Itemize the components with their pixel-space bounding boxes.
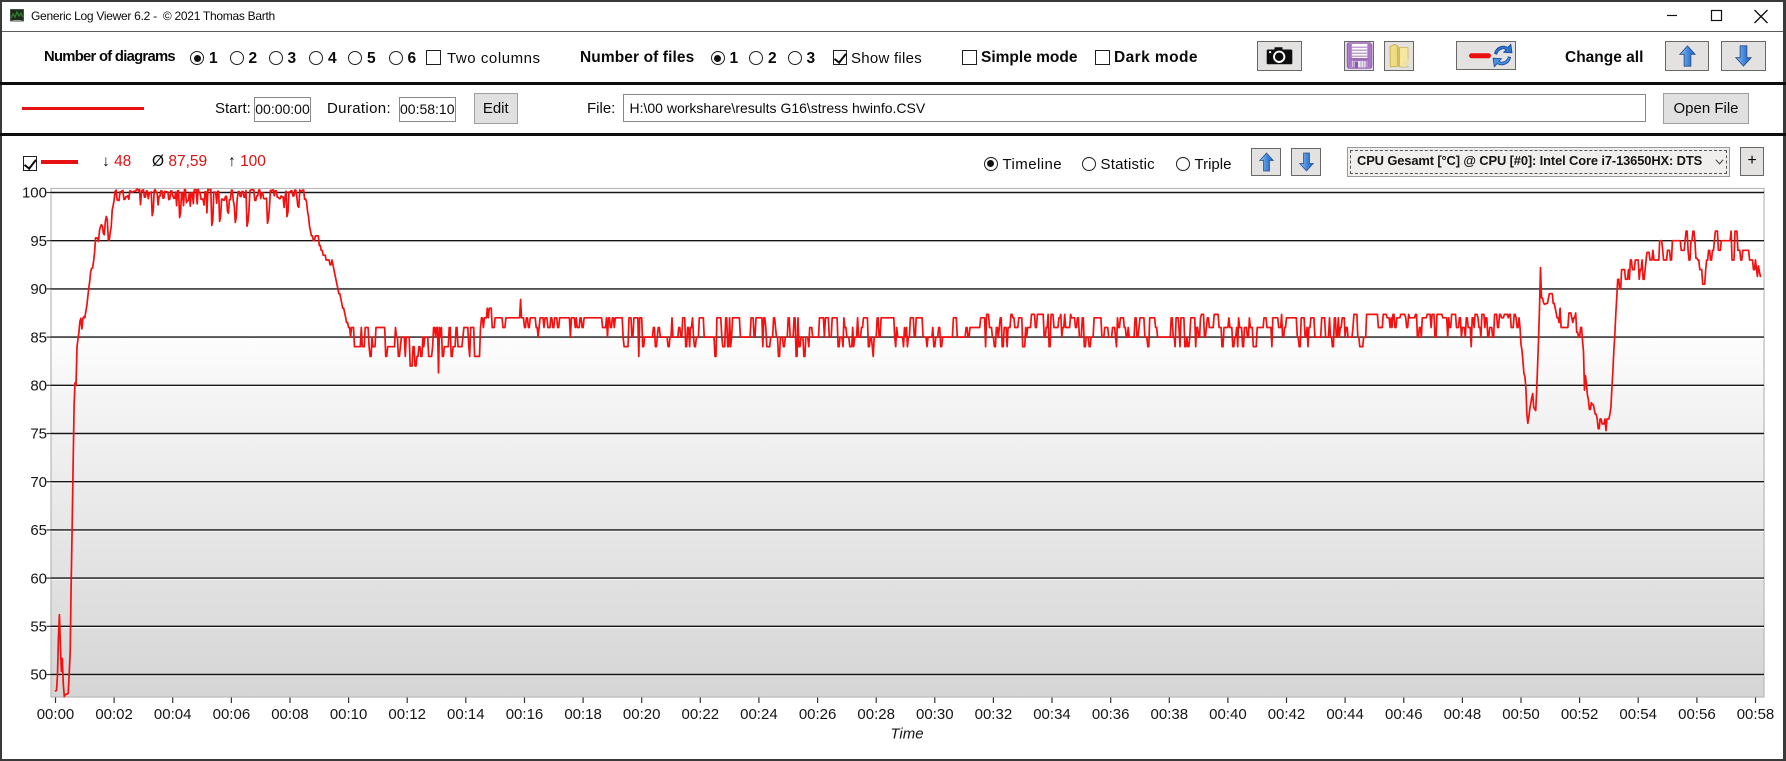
svg-text:00:44: 00:44 xyxy=(1326,706,1364,723)
svg-text:00:18: 00:18 xyxy=(564,706,602,723)
svg-text:00:06: 00:06 xyxy=(213,706,251,723)
svg-text:100: 100 xyxy=(22,185,47,202)
svg-text:00:00: 00:00 xyxy=(37,706,75,723)
svg-text:60: 60 xyxy=(30,570,47,587)
svg-text:00:30: 00:30 xyxy=(916,706,954,723)
svg-text:90: 90 xyxy=(30,281,47,298)
svg-text:00:38: 00:38 xyxy=(1151,706,1189,723)
svg-text:00:36: 00:36 xyxy=(1092,706,1130,723)
svg-text:75: 75 xyxy=(30,426,47,443)
svg-text:00:48: 00:48 xyxy=(1444,706,1482,723)
svg-text:00:02: 00:02 xyxy=(95,706,133,723)
svg-text:00:40: 00:40 xyxy=(1209,706,1247,723)
svg-text:00:10: 00:10 xyxy=(330,706,368,723)
svg-text:95: 95 xyxy=(30,233,47,250)
svg-text:50: 50 xyxy=(30,667,47,684)
svg-text:00:34: 00:34 xyxy=(1033,706,1071,723)
svg-text:00:46: 00:46 xyxy=(1385,706,1423,723)
svg-text:Time: Time xyxy=(890,726,923,743)
svg-text:70: 70 xyxy=(30,474,47,491)
svg-text:00:16: 00:16 xyxy=(506,706,544,723)
svg-text:00:52: 00:52 xyxy=(1561,706,1599,723)
svg-text:85: 85 xyxy=(30,329,47,346)
svg-text:00:58: 00:58 xyxy=(1737,706,1775,723)
svg-text:00:56: 00:56 xyxy=(1678,706,1716,723)
svg-text:00:54: 00:54 xyxy=(1619,706,1657,723)
svg-text:55: 55 xyxy=(30,619,47,636)
svg-text:00:20: 00:20 xyxy=(623,706,661,723)
svg-text:00:42: 00:42 xyxy=(1268,706,1306,723)
svg-text:00:14: 00:14 xyxy=(447,706,485,723)
svg-text:00:12: 00:12 xyxy=(388,706,426,723)
svg-text:80: 80 xyxy=(30,378,47,395)
svg-text:65: 65 xyxy=(30,522,47,539)
svg-text:00:50: 00:50 xyxy=(1502,706,1540,723)
svg-text:00:28: 00:28 xyxy=(857,706,895,723)
svg-text:00:08: 00:08 xyxy=(271,706,309,723)
svg-text:00:22: 00:22 xyxy=(682,706,720,723)
svg-text:00:32: 00:32 xyxy=(975,706,1013,723)
svg-text:00:26: 00:26 xyxy=(799,706,837,723)
svg-text:00:24: 00:24 xyxy=(740,706,778,723)
svg-text:00:04: 00:04 xyxy=(154,706,192,723)
